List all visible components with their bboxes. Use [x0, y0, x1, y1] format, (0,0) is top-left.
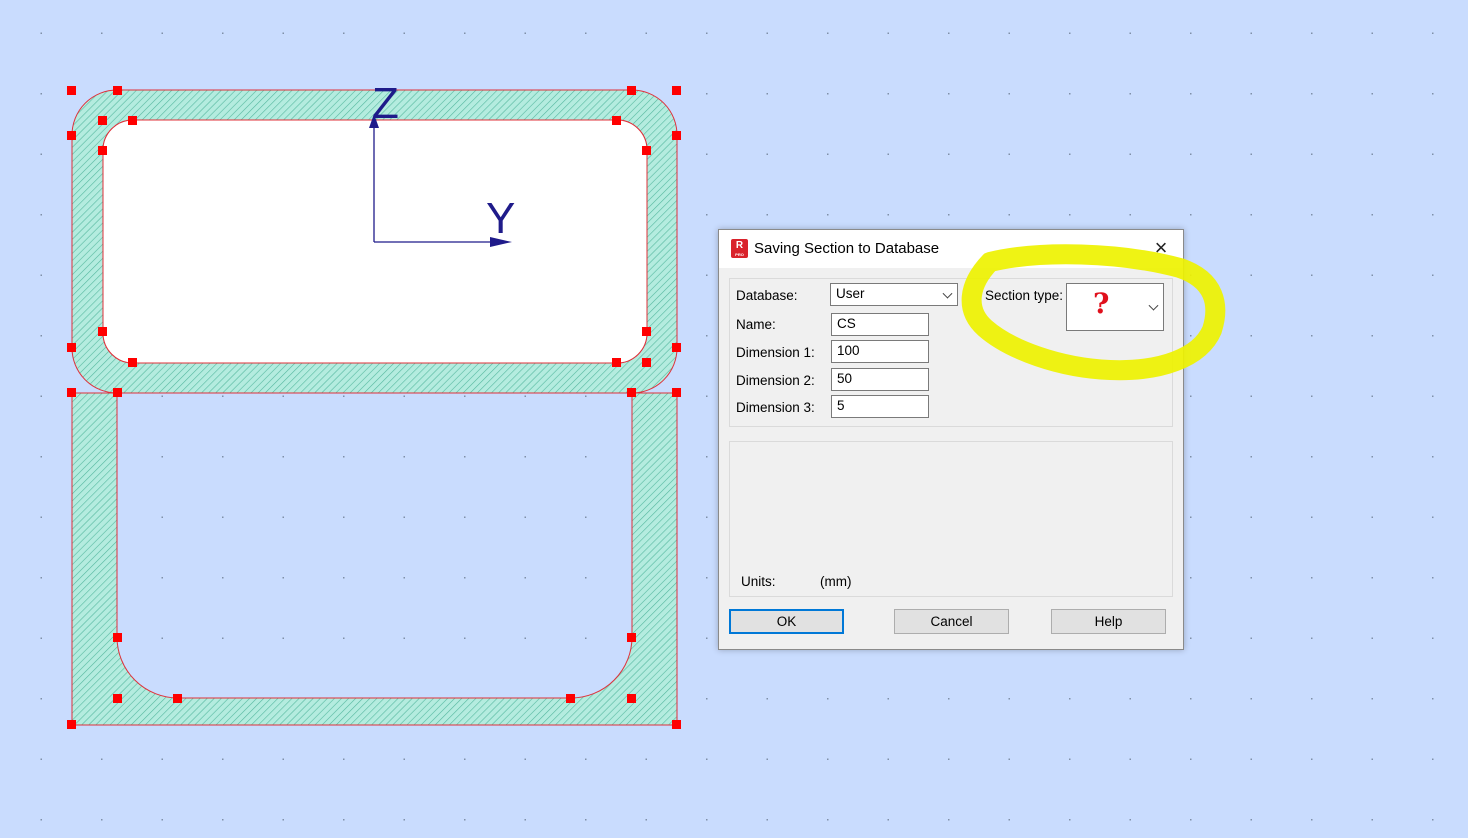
- node: [98, 116, 107, 125]
- dimension-3-field[interactable]: 5: [831, 395, 929, 418]
- node: [672, 343, 681, 352]
- node: [566, 694, 575, 703]
- name-label: Name:: [736, 317, 776, 332]
- node: [627, 388, 636, 397]
- lower-section-shape[interactable]: [71, 392, 678, 726]
- node: [672, 720, 681, 729]
- node: [67, 720, 76, 729]
- node: [113, 86, 122, 95]
- section-type-unknown-icon: ?: [1093, 287, 1110, 320]
- name-field[interactable]: CS: [831, 313, 929, 336]
- dimension-2-field[interactable]: 50: [831, 368, 929, 391]
- dimension-1-field[interactable]: 100: [831, 340, 929, 363]
- node: [627, 694, 636, 703]
- chevron-down-icon: [942, 288, 953, 299]
- node: [627, 86, 636, 95]
- node: [67, 86, 76, 95]
- database-label: Database:: [736, 288, 798, 303]
- units-value: (mm): [820, 574, 852, 589]
- dialog-title: Saving Section to Database: [754, 240, 940, 257]
- dialog-titlebar[interactable]: R PRO Saving Section to Database ×: [719, 230, 1183, 268]
- node: [672, 86, 681, 95]
- node: [173, 694, 182, 703]
- ok-button[interactable]: OK: [729, 609, 844, 634]
- node: [642, 358, 651, 367]
- node: [67, 131, 76, 140]
- section-type-select[interactable]: ?: [1066, 283, 1164, 331]
- node: [672, 388, 681, 397]
- info-group: [729, 441, 1173, 597]
- dimension-3-label: Dimension 3:: [736, 400, 815, 415]
- node: [672, 131, 681, 140]
- database-select-value: User: [836, 286, 865, 301]
- axis-z-label: Z: [372, 79, 399, 128]
- node: [113, 694, 122, 703]
- node: [98, 327, 107, 336]
- node: [113, 633, 122, 642]
- node: [642, 146, 651, 155]
- dimension-1-label: Dimension 1:: [736, 345, 815, 360]
- node: [113, 388, 122, 397]
- node: [612, 116, 621, 125]
- cancel-button[interactable]: Cancel: [894, 609, 1009, 634]
- node: [627, 633, 636, 642]
- node: [128, 116, 137, 125]
- dimension-2-label: Dimension 2:: [736, 373, 815, 388]
- node: [128, 358, 137, 367]
- robot-app-icon: R PRO: [731, 239, 748, 258]
- help-button[interactable]: Help: [1051, 609, 1166, 634]
- database-select[interactable]: User: [830, 283, 958, 306]
- axis-y-label: Y: [486, 194, 515, 243]
- node: [612, 358, 621, 367]
- chevron-down-icon: [1148, 300, 1159, 311]
- close-icon[interactable]: ×: [1147, 236, 1175, 262]
- node: [67, 388, 76, 397]
- node: [67, 343, 76, 352]
- node: [642, 327, 651, 336]
- node: [98, 146, 107, 155]
- units-label: Units:: [741, 574, 776, 589]
- save-section-dialog: R PRO Saving Section to Database × Datab…: [718, 229, 1184, 650]
- section-type-label: Section type:: [985, 288, 1064, 303]
